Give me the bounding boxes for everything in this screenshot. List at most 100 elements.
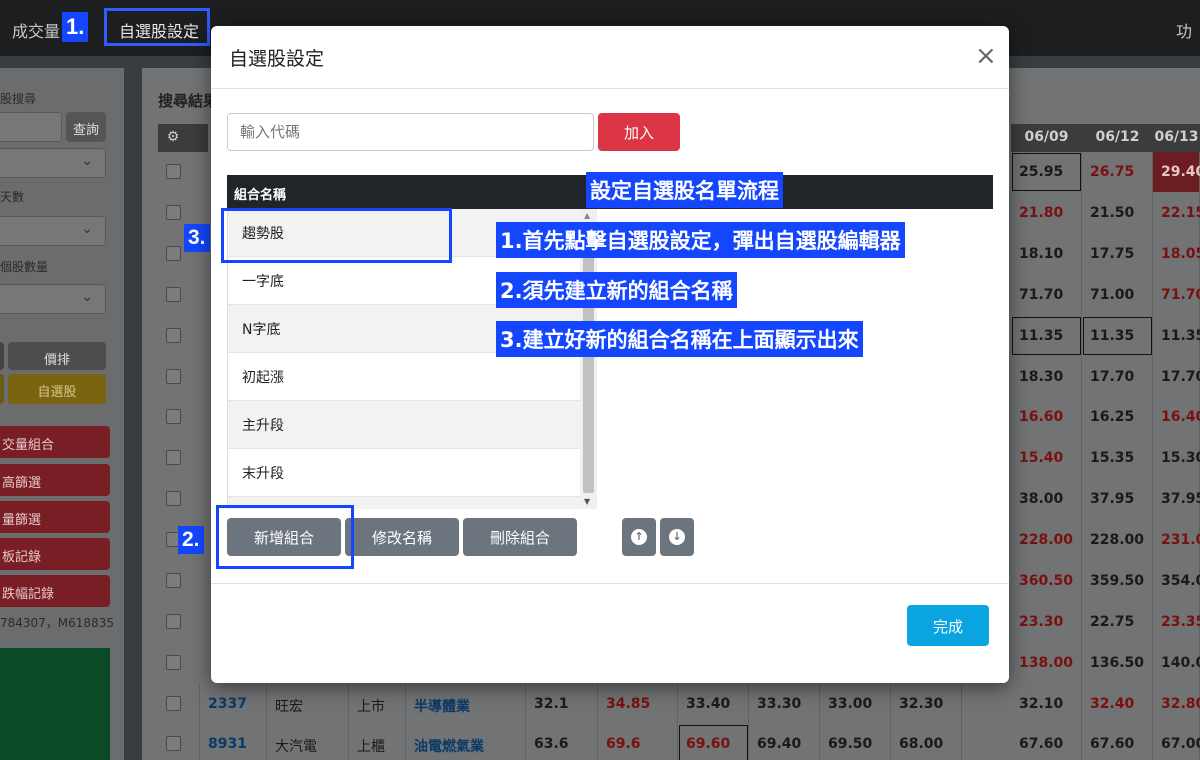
value-cell: 18.10 — [1011, 233, 1082, 274]
value-cell: 15.30 — [1153, 438, 1200, 479]
row-checkbox[interactable] — [166, 409, 181, 425]
value-cell: 140.00 — [1153, 642, 1200, 683]
value-cell: 17.70 — [1082, 356, 1153, 397]
row-checkbox[interactable] — [166, 204, 181, 220]
sidebar-red-item-4[interactable]: 板記錄 — [0, 538, 110, 570]
row-checkbox[interactable] — [166, 286, 181, 302]
value-cell: 37.95 — [1082, 479, 1153, 520]
nav-item-function[interactable]: 功 — [1176, 18, 1192, 42]
nav-item-watchlist-settings[interactable]: 自選股設定 — [104, 8, 210, 46]
row-checkbox-cell — [158, 684, 200, 724]
row-checkbox[interactable] — [166, 164, 181, 179]
highlight-first-group — [221, 208, 452, 263]
sidebar-red-item-2[interactable]: 高篩選 — [0, 464, 110, 496]
value-cell: 37.95 — [1153, 479, 1200, 520]
value-cell: 231.00 — [1153, 520, 1200, 561]
stock-market: 上市 — [349, 684, 406, 724]
value-cell: 69.50 — [820, 724, 891, 760]
table-header-code — [188, 124, 208, 152]
nav-item-volume[interactable]: 成交量 — [12, 18, 60, 42]
row-checkbox[interactable] — [166, 613, 181, 629]
delete-group-button[interactable]: 刪除組合 — [463, 518, 577, 556]
value-cell: 228.00 — [1082, 520, 1153, 561]
value-cell: 32.10 — [1011, 684, 1082, 724]
step-tag-2: 2. — [178, 526, 204, 554]
scroll-down-arrow-icon[interactable]: ▼ — [584, 497, 590, 506]
sidebar-red-item-5[interactable]: 跌幅記錄 — [0, 575, 110, 607]
value-cell: 68.00 — [891, 724, 962, 760]
sidebar-search-input[interactable] — [0, 112, 62, 142]
done-button[interactable]: 完成 — [907, 605, 989, 646]
stock-code-link[interactable]: 8931 — [200, 724, 267, 760]
annotation-step-3: 3.建立好新的組合名稱在上面顯示出來 — [496, 321, 863, 357]
close-icon[interactable]: × — [975, 43, 997, 69]
sidebar-red-item-3[interactable]: 量篩選 — [0, 501, 110, 533]
value-cell: 18.30 — [1011, 356, 1082, 397]
highlight-new-button — [216, 505, 354, 569]
value-cell: 67.60 — [1082, 724, 1153, 760]
table-header-date-3: 06/13 — [1153, 124, 1200, 152]
value-cell: 33.30 — [749, 684, 820, 724]
settings-gear-header[interactable]: ⚙ — [158, 124, 188, 152]
stock-name: 旺宏 — [267, 684, 349, 724]
sidebar-select-2[interactable]: ⌄ — [0, 216, 106, 246]
value-cell: 63.6 — [526, 724, 598, 760]
mini-chart — [0, 648, 110, 760]
sidebar-button-left[interactable] — [0, 342, 4, 370]
sidebar-button-left-2[interactable] — [0, 374, 4, 404]
row-checkbox[interactable] — [166, 368, 181, 384]
sidebar-search-label: 股搜尋 — [0, 92, 37, 106]
value-cell: 67.60 — [1011, 724, 1082, 760]
stock-market: 上櫃 — [349, 724, 406, 760]
price-sort-button[interactable]: 價排 — [8, 342, 106, 370]
rename-group-button[interactable]: 修改名稱 — [345, 518, 459, 556]
value-cell: 26.75 — [1082, 152, 1153, 192]
row-checkbox[interactable] — [166, 573, 181, 588]
row-checkbox[interactable] — [166, 491, 181, 507]
row-checkbox[interactable] — [166, 450, 181, 466]
gear-icon[interactable]: ⚙ — [167, 129, 180, 145]
sidebar-count-label: 個股數量 — [0, 260, 49, 274]
scroll-up-arrow-icon[interactable]: ▲ — [584, 211, 590, 220]
scrollbar-thumb[interactable] — [583, 223, 594, 493]
sidebar-select-1[interactable]: ⌄ — [0, 148, 106, 178]
value-cell: 359.50 — [1082, 561, 1153, 601]
group-item[interactable]: 主升段 — [228, 401, 580, 449]
value-cell: 25.95 — [1011, 152, 1082, 192]
table-header-date-2: 06/12 — [1082, 124, 1153, 152]
table-row[interactable]: 8931 大汽電 上櫃 油電燃氣業 63.6 69.6 69.60 69.40 … — [158, 724, 1200, 760]
stock-industry-link[interactable]: 油電燃氣業 — [406, 724, 526, 760]
watchlist-button[interactable]: 自選股 — [8, 374, 106, 404]
value-cell: 69.6 — [598, 724, 678, 760]
query-button[interactable]: 查詢 — [66, 112, 106, 142]
stock-code-link[interactable]: 2337 — [200, 684, 267, 724]
move-down-button[interactable]: ↓ — [660, 518, 694, 556]
add-button[interactable]: 加入 — [598, 113, 680, 151]
arrow-up-icon: ↑ — [631, 529, 647, 545]
sidebar-days-label: 天數 — [0, 190, 25, 204]
value-cell: 22.75 — [1082, 601, 1153, 642]
group-item[interactable]: 初起漲 — [228, 353, 580, 401]
row-checkbox[interactable] — [166, 696, 181, 711]
value-cell: 32.30 — [891, 684, 962, 724]
row-checkbox[interactable] — [166, 245, 181, 261]
value-cell: 11.35 — [1011, 315, 1082, 356]
stock-code-input[interactable] — [227, 113, 594, 151]
row-checkbox[interactable] — [166, 736, 181, 751]
step-tag-3: 3. — [184, 224, 210, 252]
arrow-down-icon: ↓ — [669, 529, 685, 545]
row-checkbox[interactable] — [166, 654, 181, 670]
value-cell: 38.00 — [1011, 479, 1082, 520]
row-checkbox[interactable] — [166, 327, 181, 343]
value-cell: 32.40 — [1082, 684, 1153, 724]
table-row[interactable]: 2337 旺宏 上市 半導體業 32.1 34.85 33.40 33.30 3… — [158, 684, 1200, 724]
value-cell: 21.80 — [1011, 192, 1082, 233]
value-cell: 69.60 — [678, 724, 749, 760]
sidebar-select-3[interactable]: ⌄ — [0, 284, 106, 314]
modal-title: 自選股設定 — [229, 48, 325, 70]
stock-industry-link[interactable]: 半導體業 — [406, 684, 526, 724]
value-cell: 16.60 — [1011, 397, 1082, 438]
sidebar-red-item-1[interactable]: 交量組合 — [0, 426, 110, 458]
move-up-button[interactable]: ↑ — [622, 518, 656, 556]
group-item[interactable]: 末升段 — [228, 449, 580, 497]
